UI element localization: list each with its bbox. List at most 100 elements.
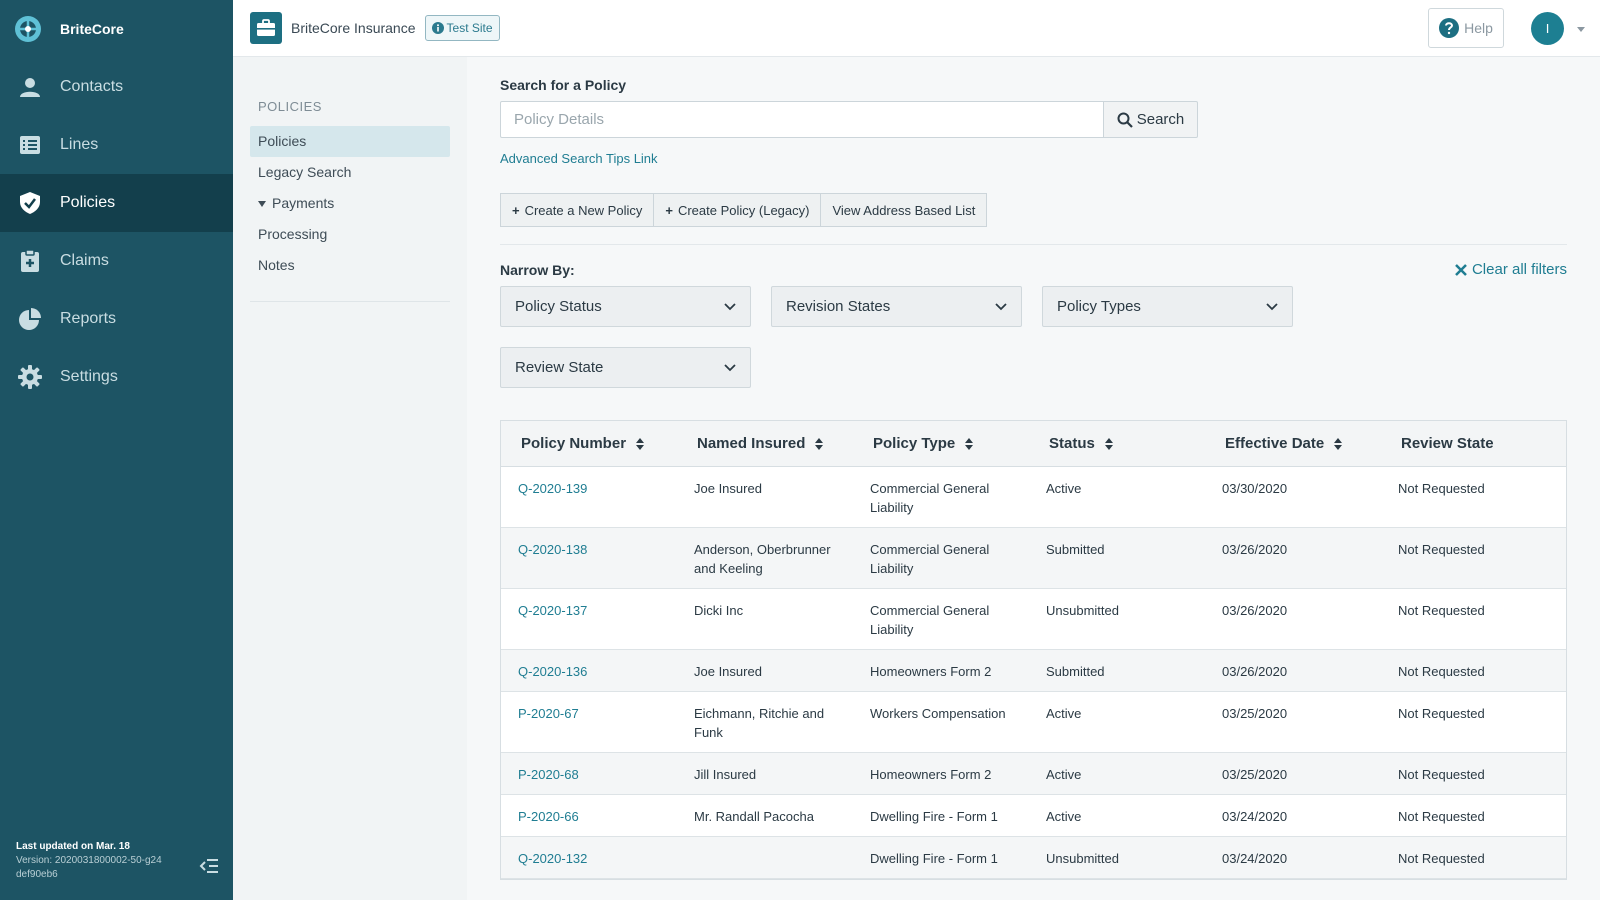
nav-item-claims[interactable]: Claims: [0, 232, 233, 290]
table-row[interactable]: Q-2020-132 Dwelling Fire - Form 1 Unsubmit…: [501, 837, 1566, 879]
test-site-badge: Test Site: [424, 15, 500, 41]
shield-icon: [18, 191, 42, 215]
review-state-cell: Not Requested: [1398, 809, 1485, 824]
table-row[interactable]: P-2020-68 Jill Insured Homeowners Form 2 Ac…: [501, 753, 1566, 795]
table-row[interactable]: Q-2020-139 Joe Insured Commercial General …: [501, 467, 1566, 528]
policy-type-cell: Commercial General Liability: [870, 481, 990, 515]
policy-types-dropdown[interactable]: Policy Types: [1042, 286, 1293, 327]
effective-date-cell: 03/26/2020: [1222, 603, 1288, 618]
clipboard-icon: [18, 249, 42, 273]
create-new-policy-button[interactable]: + Create a New Policy: [500, 193, 655, 227]
policy-search-input[interactable]: [500, 101, 1104, 138]
policies-subnav: POLICIES Policies Legacy Search Payments…: [233, 57, 467, 900]
policy-number-link[interactable]: P-2020-66: [501, 795, 677, 836]
review-state-cell: Not Requested: [1398, 767, 1485, 782]
status-cell: Unsubmitted: [1046, 851, 1119, 866]
brand[interactable]: BriteCore: [0, 0, 233, 58]
policy-number-link[interactable]: Q-2020-138: [501, 528, 677, 588]
subnav-item-payments[interactable]: Payments: [250, 188, 450, 219]
nav-label: Lines: [60, 136, 99, 153]
review-state-dropdown[interactable]: Review State: [500, 347, 751, 388]
create-policy-legacy-button[interactable]: + Create Policy (Legacy): [653, 193, 822, 227]
policy-number-link[interactable]: Q-2020-137: [501, 589, 677, 649]
collapse-sidebar-icon[interactable]: [199, 856, 219, 876]
table-header: Policy Number Named Insured Policy Type …: [501, 421, 1566, 467]
close-icon: [1455, 263, 1467, 276]
policy-type-cell: Workers Compensation: [870, 706, 1006, 721]
chevron-down-icon: [995, 302, 1007, 310]
filter-header: Narrow By: Clear all filters: [500, 261, 1567, 278]
version-info: Last updated on Mar. 18 Version: 2020031…: [16, 840, 219, 882]
help-label: Help: [1464, 20, 1493, 36]
policy-status-dropdown[interactable]: Policy Status: [500, 286, 751, 327]
named-insured-cell: Anderson, Oberbrunner and Keeling: [694, 542, 831, 576]
avatar[interactable]: I: [1531, 12, 1564, 45]
table-row[interactable]: P-2020-67 Eichmann, Ritchie and Funk Worke…: [501, 692, 1566, 753]
nav-label: Settings: [60, 368, 118, 385]
effective-date-cell: 03/24/2020: [1222, 809, 1288, 824]
policy-type-cell: Dwelling Fire - Form 1: [870, 809, 998, 824]
sort-icon: [965, 437, 974, 450]
search-button[interactable]: Search: [1104, 101, 1198, 138]
column-header-effective-date[interactable]: Effective Date: [1205, 435, 1381, 452]
left-navigation: BriteCore Contacts Lines Policies Claims…: [0, 0, 233, 900]
list-icon: [18, 133, 42, 157]
revision-states-dropdown[interactable]: Revision States: [771, 286, 1022, 327]
subnav-item-notes[interactable]: Notes: [250, 250, 450, 281]
review-state-cell: Not Requested: [1398, 664, 1485, 679]
chevron-down-icon[interactable]: [1576, 24, 1586, 34]
version-string: Version: 2020031800002-50-g24: [16, 855, 162, 866]
table-row[interactable]: Q-2020-136 Joe Insured Homeowners Form 2 Su…: [501, 650, 1566, 692]
britecore-logo-icon: [15, 16, 41, 42]
briefcase-icon: [250, 12, 282, 44]
policy-number-link[interactable]: P-2020-68: [501, 753, 677, 794]
clear-filters-link[interactable]: Clear all filters: [1455, 261, 1567, 278]
policy-number-link[interactable]: P-2020-67: [501, 692, 677, 752]
column-header-policy-type[interactable]: Policy Type: [853, 435, 1029, 452]
review-state-cell: Not Requested: [1398, 542, 1485, 557]
sort-icon: [815, 437, 824, 450]
nav-item-contacts[interactable]: Contacts: [0, 58, 233, 116]
column-label: Review State: [1401, 435, 1494, 452]
divider: [500, 244, 1567, 245]
sort-icon: [1334, 437, 1343, 450]
policy-type-cell: Homeowners Form 2: [870, 767, 992, 782]
effective-date-cell: 03/30/2020: [1222, 481, 1288, 496]
help-button[interactable]: Help: [1428, 8, 1504, 48]
view-address-list-button[interactable]: View Address Based List: [820, 193, 988, 227]
policy-number-link[interactable]: Q-2020-136: [501, 650, 677, 691]
nav-item-policies[interactable]: Policies: [0, 174, 233, 232]
policy-number-link[interactable]: Q-2020-132: [501, 837, 677, 878]
advanced-search-tips-link[interactable]: Advanced Search Tips Link: [500, 151, 658, 166]
table-row[interactable]: Q-2020-138 Anderson, Oberbrunner and Keel…: [501, 528, 1566, 589]
dropdown-label: Revision States: [786, 298, 891, 315]
sort-icon: [636, 437, 645, 450]
policies-table: Policy Number Named Insured Policy Type …: [500, 420, 1567, 880]
nav-item-settings[interactable]: Settings: [0, 348, 233, 406]
caret-down-icon: [258, 201, 266, 208]
last-updated: Last updated on Mar. 18: [16, 841, 130, 852]
table-row[interactable]: P-2020-66 Mr. Randall Pacocha Dwelling Fir…: [501, 795, 1566, 837]
column-header-status[interactable]: Status: [1029, 435, 1205, 452]
gear-icon: [18, 365, 42, 389]
policy-number-link[interactable]: Q-2020-139: [501, 467, 677, 527]
search-title: Search for a Policy: [500, 77, 627, 93]
nav-label: Policies: [60, 194, 116, 211]
top-bar: BriteCore Insurance Test Site Help I: [233, 0, 1600, 57]
status-cell: Unsubmitted: [1046, 603, 1119, 618]
policy-type-cell: Dwelling Fire - Form 1: [870, 851, 998, 866]
nav-item-reports[interactable]: Reports: [0, 290, 233, 348]
clear-filters-label: Clear all filters: [1471, 261, 1567, 278]
subnav-item-legacy-search[interactable]: Legacy Search: [250, 157, 450, 188]
table-row[interactable]: Q-2020-137 Dicki Inc Commercial General Li…: [501, 589, 1566, 650]
policy-type-cell: Commercial General Liability: [870, 603, 990, 637]
column-header-named-insured[interactable]: Named Insured: [677, 435, 853, 452]
subnav-item-processing[interactable]: Processing: [250, 219, 450, 250]
column-header-policy-number[interactable]: Policy Number: [501, 435, 677, 452]
policy-type-cell: Homeowners Form 2: [870, 664, 992, 679]
effective-date-cell: 03/24/2020: [1222, 851, 1288, 866]
subnav-item-policies[interactable]: Policies: [250, 126, 450, 157]
nav-item-lines[interactable]: Lines: [0, 116, 233, 174]
dropdown-label: Review State: [515, 359, 604, 376]
search-icon: [1117, 112, 1133, 128]
